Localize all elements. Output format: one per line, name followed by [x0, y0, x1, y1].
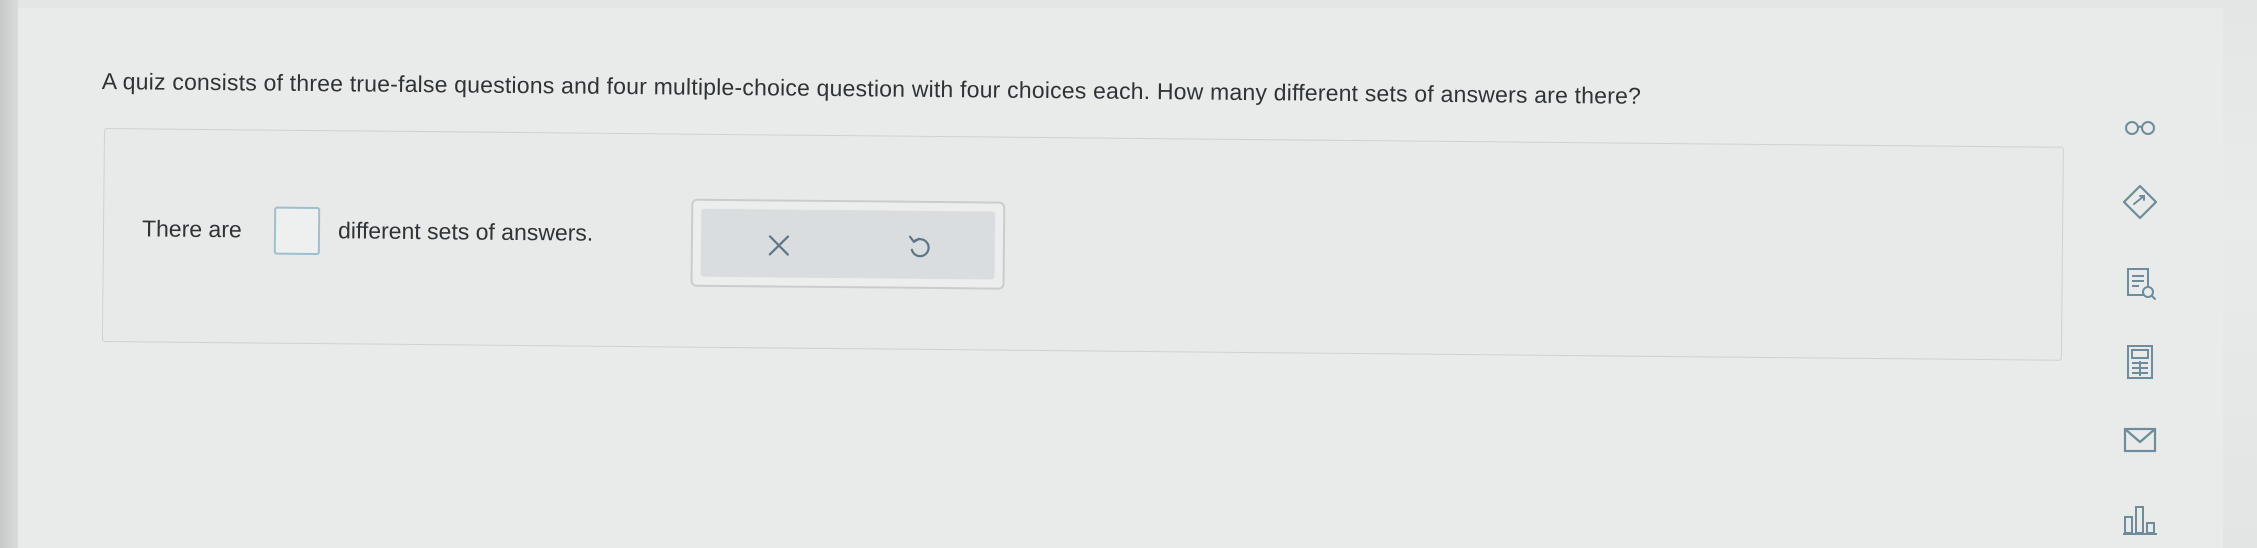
sidebar-item-glasses[interactable]: [2110, 104, 2170, 152]
action-panel: [690, 198, 1006, 290]
tag-icon: [2120, 182, 2160, 222]
answer-prefix: There are: [141, 215, 242, 243]
undo-icon: [905, 233, 933, 261]
bar-chart-icon: [2122, 503, 2158, 537]
tools-sidebar: [2110, 100, 2170, 548]
question-text: A quiz consists of three true-false ques…: [101, 68, 1642, 109]
answer-area: There are different sets of answers.: [101, 128, 2064, 361]
answer-suffix: different sets of answers.: [337, 217, 594, 246]
answer-input[interactable]: [273, 206, 321, 256]
left-edge: [0, 0, 18, 548]
sidebar-item-tag[interactable]: [2110, 178, 2170, 226]
mail-icon: [2122, 425, 2158, 455]
textbook-icon: [2123, 265, 2157, 303]
sidebar-item-calculator[interactable]: [2110, 338, 2170, 386]
question-card: A quiz consists of three true-false ques…: [18, 8, 2223, 548]
sidebar-item-bar-chart[interactable]: [2110, 496, 2170, 544]
screen: A quiz consists of three true-false ques…: [0, 0, 2257, 548]
sidebar-item-textbook[interactable]: [2110, 260, 2170, 308]
calculator-icon: [2124, 343, 2156, 381]
clear-button[interactable]: [761, 227, 797, 263]
action-bar: [700, 208, 996, 280]
close-icon: [766, 232, 792, 258]
undo-button[interactable]: [901, 229, 937, 265]
sidebar-item-mail[interactable]: [2110, 416, 2170, 464]
glasses-icon: [2122, 117, 2158, 139]
